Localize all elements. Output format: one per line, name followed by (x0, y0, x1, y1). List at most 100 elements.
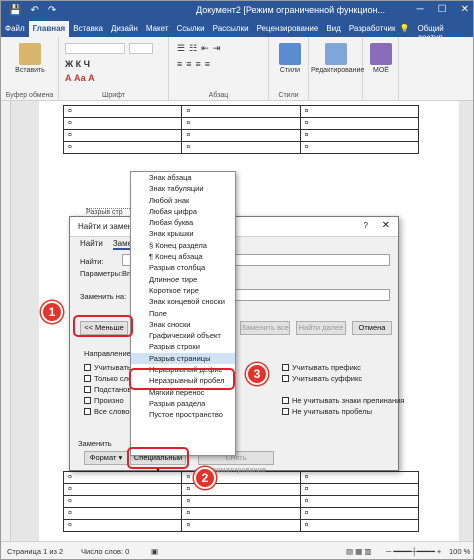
menu-item[interactable]: § Конец раздела (131, 240, 235, 251)
checkbox-wildcards[interactable]: Подстанов (84, 385, 131, 394)
bullets-icon[interactable]: ☰ (177, 43, 185, 54)
step-badge-3: 3 (246, 363, 268, 385)
font-name-select[interactable] (65, 43, 125, 54)
table-row: ¤ ¤ ¤ (62, 141, 420, 154)
replace-section-label: Заменить (78, 439, 112, 448)
clipboard-label: Буфер обмена (5, 92, 54, 99)
editing-button[interactable]: Редактирование (311, 43, 364, 74)
checkbox-suffix[interactable]: Учитывать суффикс (282, 374, 362, 383)
group-clipboard: Вставить Буфер обмена (1, 37, 59, 101)
tab-home[interactable]: Главная (28, 21, 70, 37)
lightbulb-icon[interactable]: 💡 (399, 24, 409, 37)
params-label: Параметры: (80, 269, 123, 278)
close-icon[interactable]: ✕ (382, 220, 390, 231)
menu-item[interactable]: Знак крышки (131, 228, 235, 239)
format-button[interactable]: Формат ▾ (84, 451, 128, 465)
step-badge-2: 2 (194, 467, 216, 489)
redo-icon[interactable]: ↷ (48, 5, 56, 16)
menu-item[interactable]: Короткое тире (131, 285, 235, 296)
justify-icon[interactable]: ≡ (205, 59, 210, 69)
tab-design[interactable]: Дизайн (107, 21, 142, 37)
menu-item[interactable]: Поле (131, 308, 235, 319)
callout-less-button (73, 315, 133, 337)
special-menu: Знак абзаца Знак табуляции Любой знак Любая… (130, 171, 236, 456)
window-controls: ─ ☐ ✕ (417, 4, 469, 15)
table-bottom: ¤ ¤ ¤ ¤ ¤ ¤ ¤ ¤ ¤ ¤ ¤ ¤ ¤ ¤ ¤ (62, 471, 420, 532)
minimize-icon[interactable]: ─ (417, 4, 424, 15)
checkbox-prefix[interactable]: Учитывать префикс (282, 363, 361, 372)
checkbox-sounds-like[interactable]: Произно (84, 396, 124, 405)
tab-layout[interactable]: Макет (142, 21, 173, 37)
align-left-icon[interactable]: ≡ (177, 59, 182, 69)
menu-item[interactable]: Длинное тире (131, 274, 235, 285)
group-paragraph: ☰ ☷ ⇤ ⇥ ≡ ≡ ≡ ≡ Абзац (169, 37, 269, 101)
table-row: ¤ ¤ ¤ (62, 117, 420, 130)
ribbon: Вставить Буфер обмена Ж К Ч А Аа А Шрифт… (1, 37, 473, 101)
menu-item[interactable]: Разрыв столбца (131, 262, 235, 273)
menu-item[interactable]: Разрыв раздела (131, 398, 235, 409)
find-next-button[interactable]: Найти далее (296, 321, 346, 335)
tab-mailings[interactable]: Рассылки (209, 21, 253, 37)
word-window: 💾 ↶ ↷ Документ2 [Режим ограниченной функ… (0, 0, 474, 560)
tab-find[interactable]: Найти (80, 239, 103, 250)
outdent-icon[interactable]: ⇥ (213, 43, 221, 54)
save-icon[interactable]: 💾 (9, 5, 21, 16)
indent-icon[interactable]: ⇤ (201, 43, 209, 54)
table-row: ¤ ¤ ¤ (62, 105, 420, 118)
view-buttons[interactable]: ▤ ▦ ▥ (346, 547, 371, 556)
menu-item[interactable]: Графический объект (131, 330, 235, 341)
font-label: Шрифт (101, 92, 126, 99)
checkbox-all-word-forms[interactable]: Все словоф (84, 407, 136, 416)
menu-item[interactable]: Любой знак (131, 195, 235, 206)
zoom-slider[interactable]: ─ ━━━━┼━━━━ + (386, 547, 441, 556)
color-buttons[interactable]: А Аа А (65, 73, 95, 83)
checkbox-ignore-punct[interactable]: Не учитывать знаки препинания (282, 396, 404, 405)
paragraph-label: Абзац (208, 92, 229, 99)
menu-item[interactable]: Знак абзаца (131, 172, 235, 183)
tab-developer[interactable]: Разработчик (345, 21, 400, 37)
menu-item[interactable]: Разрыв строки (131, 341, 235, 352)
tab-view[interactable]: Вид (322, 21, 344, 37)
checkbox-ignore-space[interactable]: Не учитывать пробелы (282, 407, 372, 416)
page-indicator[interactable]: Страница 1 из 2 (7, 547, 63, 556)
share-button[interactable]: Общий доступ (417, 24, 469, 42)
tab-insert[interactable]: Вставка (69, 21, 107, 37)
menu-item[interactable]: Знак концевой сноски (131, 296, 235, 307)
cancel-button[interactable]: Отмена (352, 321, 392, 335)
table-row: ¤ ¤ ¤ (62, 483, 420, 496)
replace-label: Заменить на: (80, 292, 127, 301)
word-count[interactable]: Число слов: 0 (81, 547, 129, 556)
menu-item[interactable]: Разрыв страницы (131, 352, 235, 365)
addin-button[interactable]: МОЁ (367, 43, 395, 74)
paste-button[interactable]: Вставить (11, 43, 49, 74)
paste-icon (19, 43, 41, 65)
callout-page-break-item (129, 368, 235, 390)
menu-item[interactable]: ¶ Конец абзаца (131, 251, 235, 262)
font-size-select[interactable] (129, 43, 153, 54)
restore-icon[interactable]: ☐ (438, 4, 447, 15)
menu-item[interactable]: Знак табуляции (131, 183, 235, 194)
replace-all-button[interactable]: Заменить все (240, 321, 290, 335)
menu-item[interactable]: Любая буква (131, 217, 235, 228)
menu-item[interactable]: Любая цифра (131, 206, 235, 217)
close-icon[interactable]: ✕ (461, 4, 469, 15)
search-icon (325, 43, 347, 65)
undo-icon[interactable]: ↶ (30, 5, 38, 16)
align-right-icon[interactable]: ≡ (196, 59, 201, 69)
group-styles: Стили Стили (269, 37, 309, 101)
numbering-icon[interactable]: ☷ (189, 43, 197, 54)
menu-item[interactable]: Знак сноски (131, 319, 235, 330)
addin-icon (370, 43, 392, 65)
tab-file[interactable]: Файл (1, 21, 29, 37)
styles-button[interactable]: Стили (275, 43, 305, 74)
menu-item[interactable]: Пустое пространство (131, 409, 235, 420)
format-buttons[interactable]: Ж К Ч (65, 59, 90, 69)
tab-references[interactable]: Ссылки (172, 21, 208, 37)
styles-label: Стили (278, 92, 299, 99)
zoom-level[interactable]: 100 % (449, 547, 470, 556)
align-center-icon[interactable]: ≡ (186, 59, 191, 69)
find-label: Найти: (80, 257, 104, 266)
tab-review[interactable]: Рецензирование (253, 21, 323, 37)
proofing-icon[interactable]: ▣ (151, 547, 158, 556)
help-icon[interactable]: ? (364, 221, 368, 230)
